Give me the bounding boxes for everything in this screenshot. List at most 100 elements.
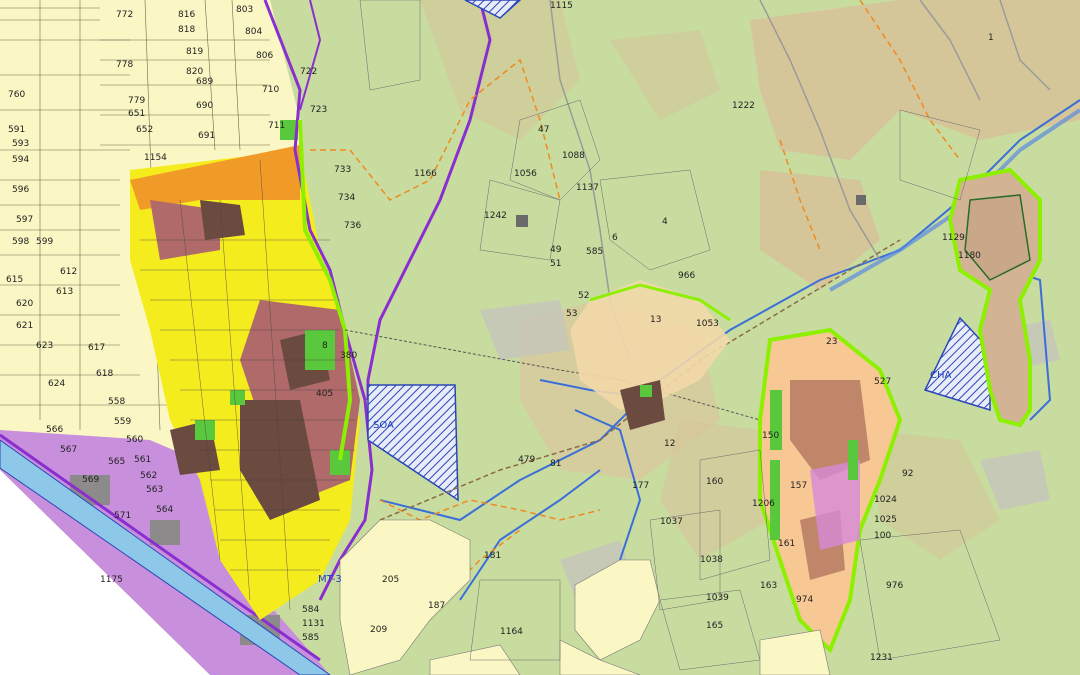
parcel-label: 205 [382, 575, 399, 585]
parcel-label: 1164 [500, 627, 523, 637]
land-use-map[interactable]: 803 816 818 804 819 806 820 772 778 760 689 710 690 7… [0, 0, 1080, 675]
parcel-label: 562 [140, 471, 157, 481]
parcel-label: 181 [484, 551, 501, 561]
parcel-label: 1166 [414, 169, 437, 179]
parcel-label: 803 [236, 5, 253, 15]
parcel-label: 804 [245, 27, 262, 37]
parcel-label: 564 [156, 505, 173, 515]
parcel-label: 165 [706, 621, 723, 631]
parcel-label: 621 [16, 321, 33, 331]
parcel-label: 567 [60, 445, 77, 455]
parcel-label: 734 [338, 193, 355, 203]
parcel-label: 760 [8, 90, 25, 100]
central-village-green [640, 385, 652, 397]
parcel-label: 584 [302, 605, 319, 615]
parcel-label: 597 [16, 215, 33, 225]
parcel-label: 594 [12, 155, 29, 165]
parcel-label: 689 [196, 77, 213, 87]
parcel-label: 651 [128, 109, 145, 119]
parcel-label: 623 [36, 341, 53, 351]
zone-label-soa: SOA [373, 420, 394, 431]
parcel-label: 723 [310, 105, 327, 115]
parcel-label: 92 [902, 469, 913, 479]
parcel-label: 1180 [958, 251, 981, 261]
parcel-label: 1175 [100, 575, 123, 585]
parcel-label: 1231 [870, 653, 893, 663]
parcel-label: 818 [178, 25, 195, 35]
parcel-label: 566 [46, 425, 63, 435]
parcel-label: 620 [16, 299, 33, 309]
parcel-label: 710 [262, 85, 279, 95]
parcel-label: 157 [790, 481, 807, 491]
parcel-label: 819 [186, 47, 203, 57]
parcel-label: 736 [344, 221, 361, 231]
parcel-label: 733 [334, 165, 351, 175]
parcel-label: 778 [116, 60, 133, 70]
parcel-label: 816 [178, 10, 195, 20]
parcel-label: 624 [48, 379, 65, 389]
parcel-label: 150 [762, 431, 779, 441]
parcel-label: 4 [662, 217, 668, 227]
parcel-label: 772 [116, 10, 133, 20]
parcel-label: 1222 [732, 101, 755, 111]
parcel-label: 100 [874, 531, 891, 541]
parcel-label: 405 [316, 389, 333, 399]
parcel-label: 1024 [874, 495, 897, 505]
parcel-label: 652 [136, 125, 153, 135]
parcel-label: 479 [518, 455, 535, 465]
parcel-label: 559 [114, 417, 131, 427]
parcel-label: 52 [578, 291, 589, 301]
parcel-label: 966 [678, 271, 695, 281]
parcel-label: 976 [886, 581, 903, 591]
parcel-label: 691 [198, 131, 215, 141]
parcel-label: 13 [650, 315, 661, 325]
parcel-label: 6 [612, 233, 618, 243]
parcel-label: 690 [196, 101, 213, 111]
zone-label-cha: CHA [930, 370, 952, 381]
parcel-label: 161 [778, 539, 795, 549]
parcel-label: 569 [82, 475, 99, 485]
parcel-label: 1242 [484, 211, 507, 221]
parcel-label: 820 [186, 67, 203, 77]
parcel-label: 585 [586, 247, 603, 257]
parcel-label: 558 [108, 397, 125, 407]
parcel-label: 1131 [302, 619, 325, 629]
map-canvas[interactable]: 803816818 804819 8068207727787606897106907… [0, 0, 1080, 675]
parcel-label: 563 [146, 485, 163, 495]
parcel-label: 380 [340, 351, 357, 361]
parcel-label: 1039 [706, 593, 729, 603]
parcel-label: 571 [114, 511, 131, 521]
parcel-label: 47 [538, 125, 549, 135]
parcel-label: 613 [56, 287, 73, 297]
parcel-label: 1129 [942, 233, 965, 243]
parcel-label: 598 [12, 237, 29, 247]
parcel-label: 599 [36, 237, 53, 247]
parcel-label: 12 [664, 439, 675, 449]
parcel-label: 1037 [660, 517, 683, 527]
parcel-label: 1025 [874, 515, 897, 525]
parcel-label: 163 [760, 581, 777, 591]
parcel-label: 1053 [696, 319, 719, 329]
parcel-label: 565 [108, 457, 125, 467]
parcel-label: 1088 [562, 151, 585, 161]
parcel-label: 1038 [700, 555, 723, 565]
parcel-label: 974 [796, 595, 813, 605]
parcel-label: 612 [60, 267, 77, 277]
parcel-label: 618 [96, 369, 113, 379]
parcel-label: 8 [322, 341, 328, 351]
parcel-label: 1056 [514, 169, 537, 179]
parcel-label: 81 [550, 459, 561, 469]
parcel-label: 51 [550, 259, 561, 269]
parcel-label: 593 [12, 139, 29, 149]
parcel-label: 1115 [550, 1, 573, 11]
parcel-label: 177 [632, 481, 649, 491]
parcel-label: 49 [550, 245, 562, 255]
parcel-label: 527 [874, 377, 891, 387]
parcel-label: 615 [6, 275, 23, 285]
parcel-label: 1154 [144, 153, 167, 163]
parcel-label: 722 [300, 67, 317, 77]
parcel-label: 53 [566, 309, 577, 319]
parcel-label: 1137 [576, 183, 599, 193]
parcel-label: 711 [268, 121, 285, 131]
parcel-label: 585 [302, 633, 319, 643]
